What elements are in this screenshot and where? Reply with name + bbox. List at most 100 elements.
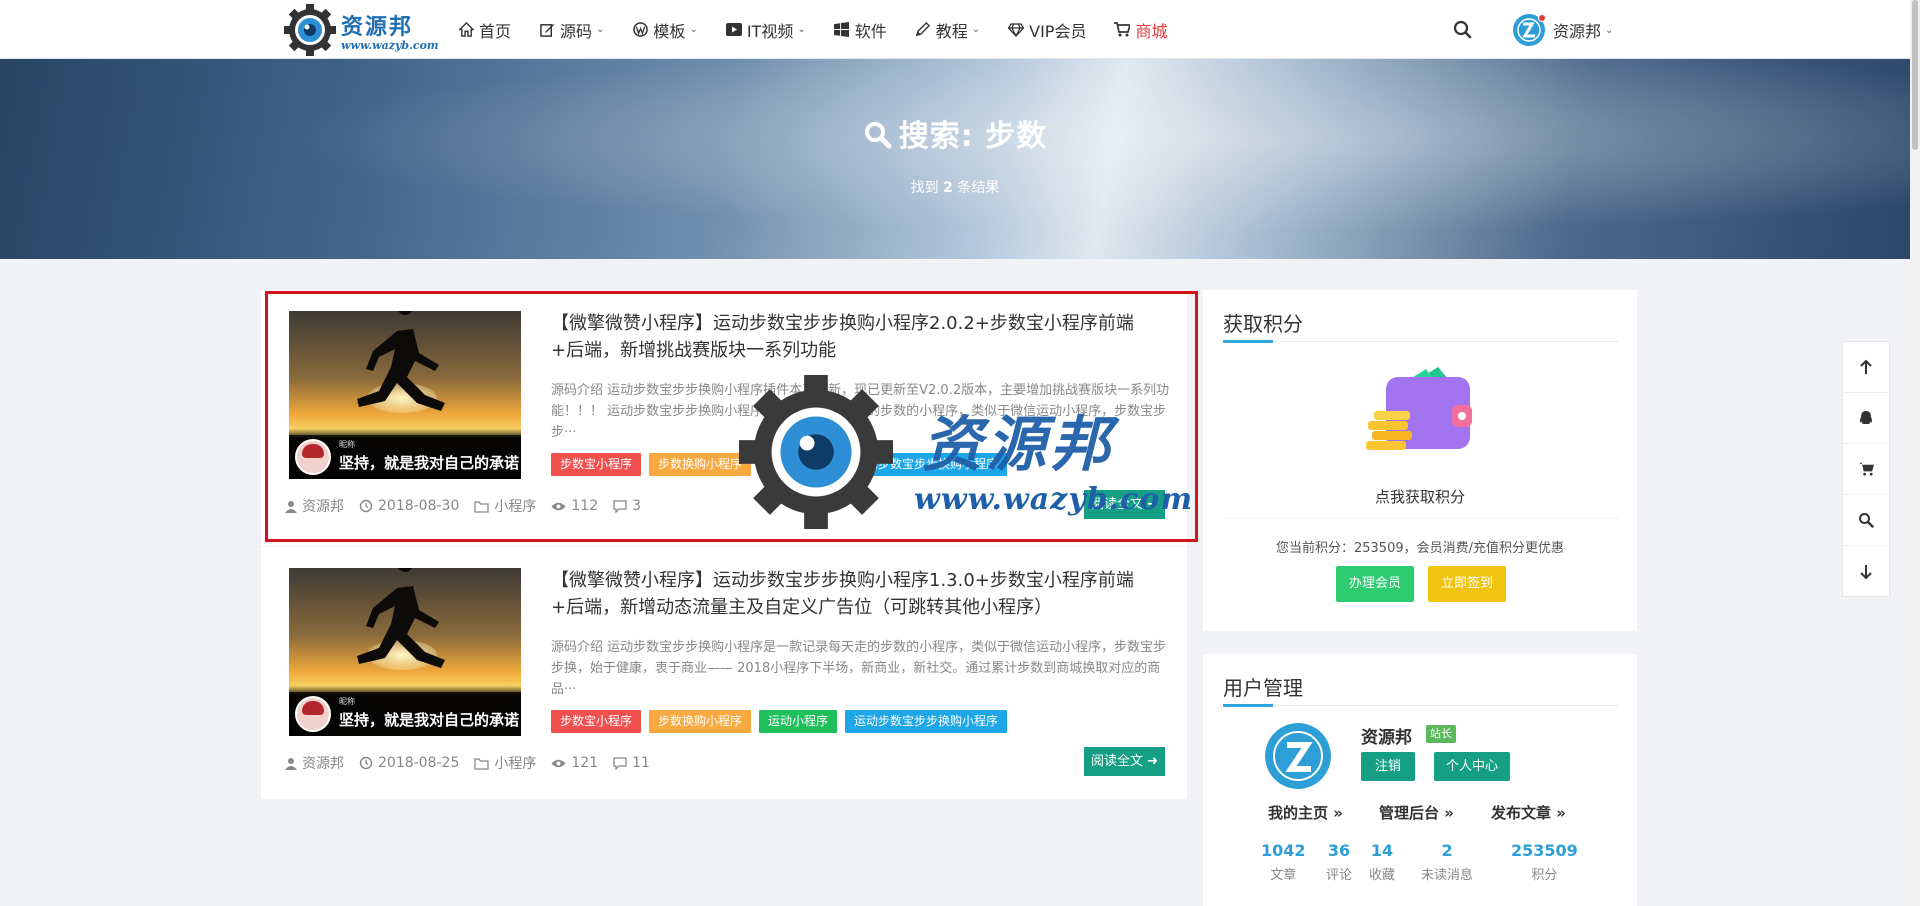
get-points-link[interactable]: 点我获取积分 — [1203, 486, 1637, 507]
chevron-down-icon: ⌄ — [971, 24, 981, 35]
date-text: 2018-08-30 — [378, 498, 460, 514]
read-more-button[interactable]: 阅读全文 ➜ — [1084, 747, 1165, 776]
admin-link[interactable]: 管理后台 » — [1379, 802, 1454, 823]
my-home-link[interactable]: 我的主页 » — [1268, 802, 1343, 823]
go-to-bottom-button[interactable] — [1843, 546, 1889, 597]
post-comments[interactable]: 11 — [613, 755, 650, 771]
stat-favorites[interactable]: 14 收藏 — [1369, 841, 1395, 883]
nav-template-label: 模板 — [653, 21, 686, 41]
notification-dot — [1538, 14, 1546, 22]
comments-count: 3 — [632, 498, 642, 514]
list-item: 昵称 坚持，就是我对自己的承诺 【微擎微赞小程序】运动步数宝步步换购小程序2.0… — [261, 290, 1187, 546]
nav-it-video[interactable]: IT视频 ⌄ — [725, 0, 806, 59]
wallet-coins-icon[interactable] — [1360, 365, 1480, 465]
shop-cart-button[interactable] — [1843, 444, 1889, 495]
search-icon — [1453, 20, 1472, 39]
sign-in-button[interactable]: 立即签到 — [1428, 566, 1507, 602]
post-title[interactable]: 【微擎微赞小程序】运动步数宝步步换购小程序2.0.2+步数宝小程序前端+后端，新… — [551, 310, 1161, 364]
runner-silhouette-icon — [357, 568, 445, 668]
main-nav: 首页 源码 ⌄ 模板 ⌄ IT视频 ⌄ 软件 教程 ⌄ VIP会员 商城 — [458, 0, 1195, 59]
float-search-button[interactable] — [1843, 495, 1889, 546]
caption-small-text: 昵称 — [339, 697, 355, 706]
chevron-down-icon: ⌄ — [596, 24, 605, 35]
date-text: 2018-08-25 — [378, 755, 460, 771]
tag-link[interactable]: 运动小程序 — [759, 710, 838, 733]
search-button[interactable] — [1450, 17, 1476, 43]
stat-value: 1042 — [1261, 841, 1306, 860]
nav-shop[interactable]: 商城 — [1114, 0, 1167, 59]
tag-link[interactable]: 步数换购小程序 — [649, 710, 752, 733]
user-center-button[interactable]: 个人中心 — [1434, 752, 1511, 781]
arrow-down-icon — [1860, 564, 1872, 579]
comment-icon — [613, 499, 627, 513]
nav-home-label: 首页 — [479, 21, 512, 41]
home-icon — [458, 22, 474, 38]
stat-value: 253509 — [1511, 841, 1578, 860]
user-widget: 用户管理 资源邦 站长 注销 个人中心 我的主页 » 管理后台 » 发布文章 »… — [1203, 654, 1637, 906]
search-icon — [864, 122, 892, 149]
post-thumbnail[interactable]: 昵称 坚持，就是我对自己的承诺 — [289, 568, 521, 736]
post-tags: 步数宝小程序 步数换购小程序 运动小程序 运动步数宝步步换购小程序 — [551, 710, 1015, 733]
stat-points[interactable]: 253509 积分 — [1511, 841, 1578, 883]
chevron-down-icon: ⌄ — [689, 24, 698, 35]
page-scrollbar[interactable] — [1910, 0, 1920, 906]
category-text: 小程序 — [494, 499, 537, 515]
publish-link[interactable]: 发布文章 » — [1491, 802, 1566, 823]
divider — [1223, 518, 1618, 519]
nav-tutorial[interactable]: 教程 ⌄ — [915, 0, 980, 59]
top-navbar: 资源邦 www.wazyb.com 首页 源码 ⌄ 模板 ⌄ IT视频 ⌄ 软件 — [0, 0, 1910, 59]
tag-link[interactable]: 步数宝小程序 — [551, 710, 642, 733]
post-thumbnail[interactable]: 昵称 坚持，就是我对自己的承诺 — [289, 311, 521, 479]
scrollbar-thumb[interactable] — [1912, 0, 1918, 150]
nav-shop-label: 商城 — [1135, 21, 1168, 41]
stat-comments[interactable]: 36 评论 — [1326, 841, 1352, 883]
search-icon — [1859, 513, 1874, 528]
search-result-count: 找到 2 条结果 — [0, 177, 1910, 197]
post-excerpt: 源码介绍 运动步数宝步步换购小程序插件本次更新，现已更新至V2.0.2版本，主要… — [551, 383, 1170, 440]
tag-link[interactable]: 运动步数宝步步换购小程序 — [845, 453, 1008, 476]
sign-in-arrow-icon: ➜ — [1147, 497, 1159, 512]
nav-home[interactable]: 首页 — [458, 0, 511, 59]
comment-icon — [613, 756, 627, 770]
post-title[interactable]: 【微擎微赞小程序】运动步数宝步步换购小程序1.3.0+步数宝小程序前端+后端，新… — [551, 567, 1161, 621]
nav-software-label: 软件 — [854, 21, 887, 41]
nav-template[interactable]: 模板 ⌄ — [632, 0, 698, 59]
author-name: 资源邦 — [302, 499, 344, 515]
chevron-down-icon: ⌄ — [797, 24, 806, 35]
user-menu[interactable]: 资源邦 ⌄ — [1513, 13, 1613, 47]
post-comments[interactable]: 3 — [613, 498, 641, 514]
post-category[interactable]: 小程序 — [474, 496, 536, 516]
stat-messages[interactable]: 2 未读消息 — [1421, 841, 1473, 883]
result-count: 2 — [943, 180, 953, 196]
qq-button[interactable] — [1843, 393, 1889, 444]
logout-button[interactable]: 注销 — [1361, 752, 1416, 781]
nav-software[interactable]: 软件 — [834, 0, 887, 59]
nav-source[interactable]: 源码 ⌄ — [539, 0, 604, 59]
tag-link[interactable]: 运动小程序 — [759, 453, 838, 476]
windows-icon — [834, 22, 850, 38]
post-excerpt: 源码介绍 运动步数宝步步换购小程序是一款记录每天走的步数的小程序，类似于微信运动… — [551, 640, 1167, 697]
tag-link[interactable]: 步数宝小程序 — [551, 453, 642, 476]
stat-articles[interactable]: 1042 文章 — [1261, 841, 1306, 883]
avatar[interactable] — [1265, 723, 1331, 789]
chevron-down-icon: ⌄ — [1605, 24, 1614, 36]
cart-icon — [1114, 22, 1131, 38]
nav-vip[interactable]: VIP会员 — [1008, 0, 1086, 59]
folder-icon — [474, 500, 490, 513]
post-author[interactable]: 资源邦 — [285, 753, 344, 773]
thumbnail-caption: 昵称 坚持，就是我对自己的承诺 — [289, 435, 521, 479]
user-name[interactable]: 资源邦 — [1361, 723, 1412, 748]
avatar — [295, 439, 331, 475]
nav-it-video-label: IT视频 — [746, 21, 794, 41]
read-more-button[interactable]: 阅读全文 ➜ — [1084, 490, 1165, 519]
avatar — [1513, 14, 1546, 46]
widget-title: 获取积分 — [1223, 312, 1303, 336]
post-category[interactable]: 小程序 — [474, 753, 536, 773]
vip-button[interactable]: 办理会员 — [1336, 566, 1415, 602]
site-logo[interactable]: 资源邦 www.wazyb.com — [283, 3, 439, 57]
tag-link[interactable]: 步数换购小程序 — [649, 453, 752, 476]
post-author[interactable]: 资源邦 — [285, 496, 344, 516]
title-underline — [1223, 340, 1618, 343]
back-to-top-button[interactable] — [1843, 342, 1889, 393]
tag-link[interactable]: 运动步数宝步步换购小程序 — [845, 710, 1008, 733]
